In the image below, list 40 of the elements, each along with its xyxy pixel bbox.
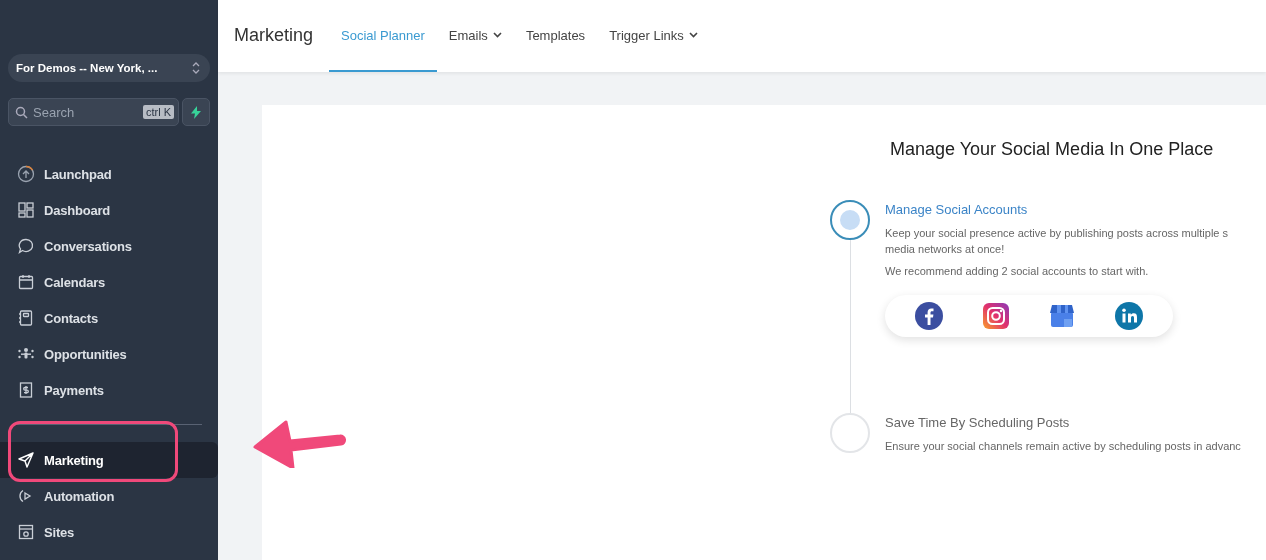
sidebar-item[interactable]: Marketing	[0, 442, 218, 478]
rocket-circle-icon	[17, 165, 35, 183]
sidebar-item[interactable]: Dashboard	[0, 192, 218, 228]
lightning-icon	[191, 105, 201, 119]
nav-tab[interactable]: Trigger Links	[597, 0, 710, 72]
sidebar-item[interactable]: Sites	[0, 514, 218, 550]
sidebar-item[interactable]: Calendars	[0, 264, 218, 300]
quick-action-button[interactable]	[182, 98, 210, 126]
browser-window-icon	[17, 523, 35, 541]
sidebar-item[interactable]: Opportunities	[0, 336, 218, 372]
calendar-icon	[17, 273, 35, 291]
search-icon	[15, 105, 28, 119]
shortcut-hint: ctrl K	[142, 105, 174, 119]
account-selector[interactable]: For Demos -- New York, ...	[8, 54, 210, 82]
storefront-icon[interactable]	[1049, 303, 1075, 329]
nav-tab[interactable]: Emails	[436, 0, 514, 72]
step-title: Manage Social Accounts	[885, 202, 1029, 217]
step-title: Save Time By Scheduling Posts	[885, 415, 1071, 430]
search-input[interactable]: Search	[33, 104, 138, 120]
dollar-receipt-icon	[17, 381, 35, 399]
step-note: We recommend adding 2 social accounts to start with.	[885, 265, 1150, 277]
facebook-icon[interactable]	[915, 302, 943, 330]
paper-plane-icon	[17, 451, 35, 469]
instagram-icon[interactable]	[983, 303, 1009, 329]
sidebar-item[interactable]: Contacts	[0, 300, 218, 336]
chat-bubble-icon	[17, 237, 35, 255]
sidebar-item[interactable]: Automation	[0, 478, 218, 514]
up-down-chevron-icon	[192, 61, 200, 75]
linkedin-icon[interactable]	[1115, 302, 1143, 330]
step-description: Keep your social presence active by publishing posts across multiple s media networks at once!	[885, 226, 1229, 257]
page-title: Marketing	[234, 24, 314, 47]
step-description: Ensure your social channels remain active by scheduling posts in advanc	[885, 439, 1242, 454]
section-heading: Manage Your Social Media In One Place	[890, 139, 1215, 160]
address-book-icon	[17, 309, 35, 327]
sidebar-item[interactable]: Launchpad	[0, 156, 218, 192]
nav-tab[interactable]: Templates	[513, 0, 598, 72]
sidebar-item[interactable]: Payments	[0, 372, 218, 408]
dashboard-icon	[17, 201, 35, 219]
sidebar-item[interactable]: Conversations	[0, 228, 218, 264]
search-field[interactable]: Search ctrl K	[8, 98, 179, 126]
